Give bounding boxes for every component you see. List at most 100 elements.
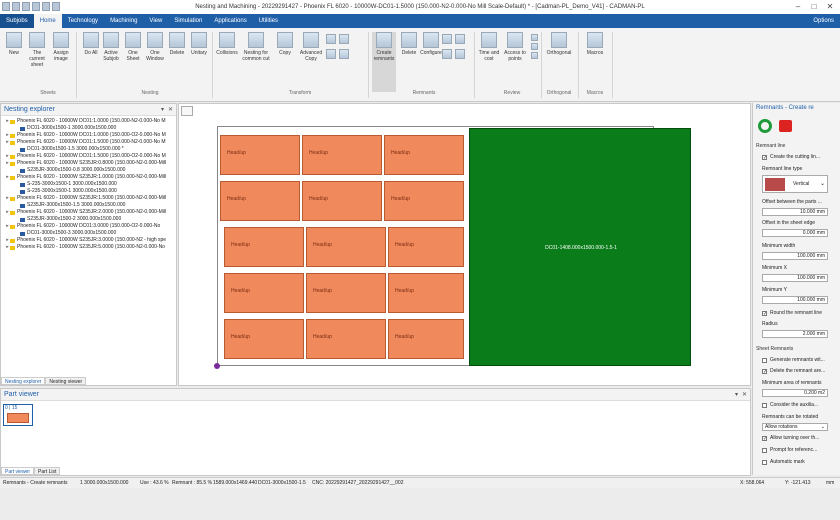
min-x-input[interactable]: 100.000 mm (762, 274, 828, 282)
delete-remnant-button[interactable]: Delete (398, 32, 420, 56)
unitary-button[interactable]: Unitary (188, 32, 210, 56)
nested-part[interactable]: Head/up (306, 319, 386, 359)
current-sheet-button[interactable]: The current sheet (26, 32, 48, 68)
collisions-button[interactable]: Collisions (216, 32, 238, 56)
common-cut-button[interactable]: Nesting for common cut (240, 32, 272, 62)
orthogonal-button[interactable]: Orthogonal (544, 32, 574, 56)
one-window-button[interactable]: One Window (144, 32, 166, 62)
remnant-tool-icon[interactable] (455, 34, 465, 44)
tab-simulation[interactable]: Simulation (168, 14, 208, 28)
assign-image-button[interactable]: Assign image (50, 32, 72, 62)
delete-area-checkbox[interactable]: ✓ Delete the remnant are... (762, 368, 825, 374)
generate-checkbox[interactable]: Generate remnants wit... (762, 357, 825, 363)
nesting-canvas[interactable]: Head/up Head/up Head/up Head/up Head/up Head/… (178, 103, 751, 386)
tree-folder-row[interactable]: ▸ Phoenix FL 6020 - 10000W S235JR:1.5000 … (3, 195, 174, 202)
tab-subjobs[interactable]: Subjobs (0, 14, 34, 28)
review-tool-icon[interactable] (530, 43, 538, 50)
remnant-tool-icon[interactable] (442, 49, 452, 59)
nested-part[interactable]: Head/up (388, 227, 464, 267)
prompt-ref-checkbox[interactable]: Prompt for referenc... (762, 447, 817, 453)
remnant-area[interactable]: DC01-1408.000x1500.000-1.5-1 (469, 128, 691, 366)
access-points-button[interactable]: Access to points (502, 32, 528, 62)
min-area-input[interactable]: 0.200 m2 (762, 389, 828, 397)
redo-icon[interactable] (32, 2, 40, 11)
nested-part[interactable]: Head/up (384, 135, 464, 175)
tree-folder-row[interactable]: ▸ Phoenix FL 6020 - 10000W S235JR:3.0000 … (3, 237, 174, 244)
tab-nesting-explorer[interactable]: Nesting explorer (1, 377, 46, 385)
exit-icon[interactable] (779, 120, 792, 132)
offset-edge-input[interactable]: 0.000 mm (762, 229, 828, 237)
nested-part[interactable]: Head/up (224, 273, 304, 313)
tree-folder-row[interactable]: ▸ Phoenix FL 6020 - 10000W DC01:1.5000 (1… (3, 139, 174, 146)
tree-folder-row[interactable]: ▸ Phoenix FL 6020 - 10000W DC01:3.0000 (1… (3, 223, 174, 230)
configure-button[interactable]: Configure (420, 32, 442, 56)
accept-icon[interactable] (758, 119, 772, 133)
auto-mark-checkbox[interactable]: Automatic mark (762, 459, 805, 465)
close-panel-icon[interactable]: ✕ (742, 389, 747, 401)
tab-applications[interactable]: Applications (208, 14, 252, 28)
nested-part[interactable]: Head/up (388, 273, 464, 313)
create-remnants-button[interactable]: Create remnants (372, 32, 396, 92)
review-tool-icon[interactable] (530, 52, 538, 59)
part-thumbnail[interactable]: 0 | 15 (3, 404, 33, 426)
copy-button[interactable]: Copy (274, 32, 296, 56)
tab-technology[interactable]: Technology (62, 14, 104, 28)
undo-icon[interactable] (22, 2, 30, 11)
one-sheet-button[interactable]: One Sheet (122, 32, 144, 62)
tree-folder-row[interactable]: ▸ Phoenix FL 6020 - 10000W S235JR:5.0000 … (3, 244, 174, 251)
align-icon[interactable] (339, 49, 349, 59)
allow-turn-checkbox[interactable]: ✓ Allow turning over th... (762, 435, 819, 441)
nested-part[interactable]: Head/up (220, 181, 300, 221)
pin-icon[interactable]: ▾ (735, 389, 738, 401)
tab-utilities[interactable]: Utilities (253, 14, 284, 28)
move-icon[interactable] (326, 49, 336, 59)
nested-part[interactable]: Head/up (302, 135, 382, 175)
do-all-button[interactable]: Do All (80, 32, 102, 56)
tab-machining[interactable]: Machining (104, 14, 143, 28)
nested-part[interactable]: Head/up (388, 319, 464, 359)
canvas-corner-icon[interactable] (181, 106, 193, 116)
close-icon[interactable]: ✕ (822, 0, 838, 14)
tree-folder-row[interactable]: ▸ Phoenix FL 6020 - 10000W S235JR:2.0000 … (3, 209, 174, 216)
remnant-tool-icon[interactable] (455, 49, 465, 59)
delete-nesting-button[interactable]: Delete (166, 32, 188, 56)
tree-sheet-row[interactable]: S235JR-3000x1500-1.5 3000.000x1500.000 (3, 202, 174, 209)
consider-checkbox[interactable]: Consider the auxilia... (762, 402, 818, 408)
nested-part[interactable]: Head/up (384, 181, 464, 221)
radius-input[interactable]: 2.000 mm (762, 330, 828, 338)
options-menu[interactable]: Options (807, 14, 840, 28)
nested-part[interactable]: Head/up (224, 319, 304, 359)
tree-folder-row[interactable]: ▸ Phoenix FL 6020 - 10000W DC01:1.5000 (1… (3, 153, 174, 160)
close-panel-icon[interactable]: ✕ (168, 104, 173, 116)
open-icon[interactable] (12, 2, 20, 11)
tree-folder-row[interactable]: ▸ Phoenix FL 6020 - 10000W DC01:1.0000 (1… (3, 132, 174, 139)
offset-parts-input[interactable]: 10.000 mm (762, 208, 828, 216)
mirror-icon[interactable] (339, 34, 349, 44)
tab-part-list[interactable]: Part List (34, 467, 61, 475)
minimize-icon[interactable]: – (790, 0, 806, 14)
tree-sheet-row[interactable]: DC01-3000x1500-3 3000.000x1500.000 (3, 230, 174, 237)
tree-sheet-row[interactable]: S235JR-3000x1500-2 3000.000x1500.000 (3, 216, 174, 223)
tree-sheet-row[interactable]: DC01-3000x1500-1 3000.000x1500.000 (3, 125, 174, 132)
tab-nesting-viewer[interactable]: Nesting viewer (45, 377, 87, 385)
nested-part[interactable]: Head/up (306, 227, 386, 267)
nested-part[interactable]: Head/up (224, 227, 304, 267)
remnant-tool-icon[interactable] (442, 34, 452, 44)
round-line-checkbox[interactable]: ✓ Round the remnant line (762, 310, 822, 316)
tab-part-viewer[interactable]: Part viewer (1, 467, 35, 475)
save-icon[interactable] (2, 2, 10, 11)
macros-button[interactable]: Macros (582, 32, 608, 56)
review-tool-icon[interactable] (530, 34, 538, 41)
tree-sheet-row[interactable]: DC01-3000x1500-1.5 3000.000x1500.000 * (3, 146, 174, 153)
nested-part[interactable]: Head/up (306, 273, 386, 313)
tree-folder-row[interactable]: ▸ Phoenix FL 6020 - 10000W S235JR:1.0000 … (3, 174, 174, 181)
tree-folder-row[interactable]: ▸ Phoenix FL 6020 - 10000W S235JR:0.8000 … (3, 160, 174, 167)
nested-part[interactable]: Head/up (220, 135, 300, 175)
active-subjob-button[interactable]: Active Subjob (100, 32, 122, 62)
tree-sheet-row[interactable]: S235JR-3000x1500-0.8 3000.000x1500.000 (3, 167, 174, 174)
min-width-input[interactable]: 100.000 mm (762, 252, 828, 260)
new-sheet-button[interactable]: New (3, 32, 25, 56)
nested-part[interactable]: Head/up (302, 181, 382, 221)
advanced-copy-button[interactable]: Advanced Copy (298, 32, 324, 62)
create-cutting-checkbox[interactable]: ✓ Create the cutting lin... (762, 154, 820, 160)
